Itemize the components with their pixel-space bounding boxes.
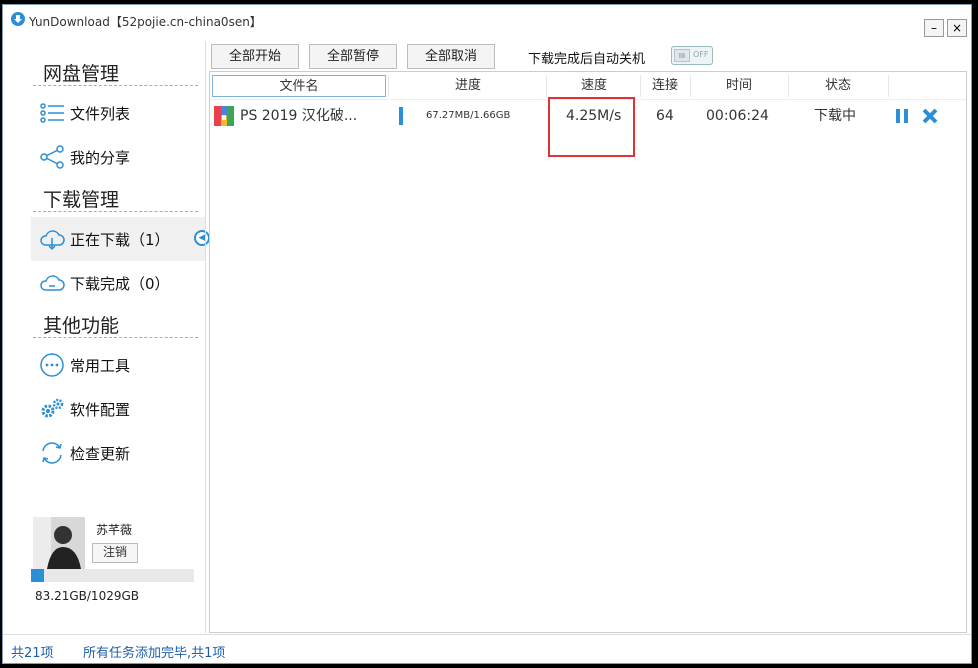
start-all-button[interactable]: 全部开始 [211, 44, 299, 69]
toggle-knob[interactable]: III [674, 49, 690, 62]
item-count: 共21项 [11, 646, 54, 661]
sidebar-item-label: 我的分享 [70, 149, 131, 167]
auto-shutdown-label: 下载完成后自动关机 [528, 52, 646, 67]
sidebar-item-check-update[interactable]: 检查更新 [31, 431, 205, 475]
cloud-download-icon [40, 230, 65, 251]
user-name: 苏芊薇 [96, 523, 133, 537]
progress-bar [399, 107, 403, 125]
sidebar-item-label: 检查更新 [70, 445, 131, 463]
sidebar-item-label: 软件配置 [70, 401, 131, 419]
sidebar-item-completed[interactable]: 下载完成（0） [31, 261, 205, 305]
speed-highlight-box [548, 97, 635, 157]
table-row[interactable]: PS 2019 汉化破... 67.27MB/1.66GB 4.25M/s 64… [210, 97, 966, 157]
collapse-arrow-icon[interactable]: ◀ [194, 230, 210, 246]
status-message: 所有任务添加完毕,共1项 [83, 646, 226, 661]
archive-file-icon [214, 106, 234, 126]
sidebar-item-downloading[interactable]: 正在下载（1） ◀ [31, 217, 210, 261]
share-icon [40, 145, 64, 169]
logout-button[interactable]: 注销 [92, 543, 138, 563]
sidebar-item-tools[interactable]: 常用工具 [31, 343, 205, 387]
more-icon [40, 353, 64, 377]
status-bar: 共21项 所有任务添加完毕,共1项 [3, 634, 971, 664]
section-title-netdisk: 网盘管理 [43, 63, 120, 85]
sidebar-item-label: 下载完成（0） [70, 275, 170, 293]
sidebar-item-label: 正在下载（1） [70, 231, 170, 249]
column-header-connections[interactable]: 连接 [640, 75, 690, 97]
minimize-button[interactable]: – [924, 19, 944, 37]
time-value: 00:06:24 [706, 108, 769, 124]
section-title-download: 下载管理 [43, 189, 120, 211]
cancel-all-button[interactable]: 全部取消 [407, 44, 495, 69]
column-header-progress[interactable]: 进度 [390, 75, 546, 97]
section-title-other: 其他功能 [43, 315, 120, 337]
close-button[interactable]: × [947, 19, 967, 37]
progress-text: 67.27MB/1.66GB [426, 110, 511, 121]
section-divider [33, 337, 198, 338]
list-icon [40, 103, 64, 123]
app-download-icon [11, 12, 25, 26]
cloud-done-icon [40, 275, 65, 291]
cancel-icon[interactable] [920, 106, 940, 126]
sidebar-item-label: 文件列表 [70, 105, 131, 123]
column-header-speed[interactable]: 速度 [548, 75, 640, 97]
pause-all-button[interactable]: 全部暂停 [309, 44, 397, 69]
user-photo [33, 517, 85, 569]
storage-bar [31, 569, 194, 582]
storage-bar-fill [31, 569, 45, 582]
sidebar-item-settings[interactable]: 软件配置 [31, 387, 205, 431]
column-header-time[interactable]: 时间 [690, 75, 788, 97]
sidebar-item-label: 常用工具 [70, 357, 131, 375]
sidebar-item-file-list[interactable]: 文件列表 [31, 91, 205, 135]
pause-icon[interactable] [892, 106, 912, 126]
sidebar-item-my-share[interactable]: 我的分享 [31, 135, 205, 179]
section-divider [33, 85, 198, 86]
sidebar-divider [205, 41, 206, 633]
column-separator [546, 75, 547, 97]
column-header-status[interactable]: 状态 [788, 75, 888, 97]
auto-shutdown-toggle[interactable]: III OFF [671, 46, 713, 65]
toggle-state: OFF [693, 50, 709, 59]
column-separator [888, 75, 889, 97]
app-window: YunDownload【52pojie.cn-china0sen】 – × 网盘… [2, 4, 972, 664]
file-name: PS 2019 汉化破... [240, 108, 358, 124]
window-title: YunDownload【52pojie.cn-china0sen】 [29, 15, 262, 29]
storage-text: 83.21GB/1029GB [35, 589, 139, 603]
avatar [33, 517, 85, 569]
column-separator [388, 75, 389, 97]
refresh-icon [42, 442, 62, 464]
status-value: 下载中 [814, 108, 856, 124]
connections-value: 64 [656, 108, 674, 124]
column-header-filename[interactable]: 文件名 [212, 75, 386, 97]
sidebar: 网盘管理 文件列表 我的分享 下载管理 正在下载（1） ◀ 下载完成（0） 其他… [3, 35, 210, 631]
section-divider [33, 211, 198, 212]
download-list: 文件名 进度 速度 连接 时间 状态 PS 2019 汉化破... 67.27M… [209, 71, 967, 633]
title-bar[interactable]: YunDownload【52pojie.cn-china0sen】 – × [3, 5, 971, 37]
gears-icon [41, 398, 64, 418]
